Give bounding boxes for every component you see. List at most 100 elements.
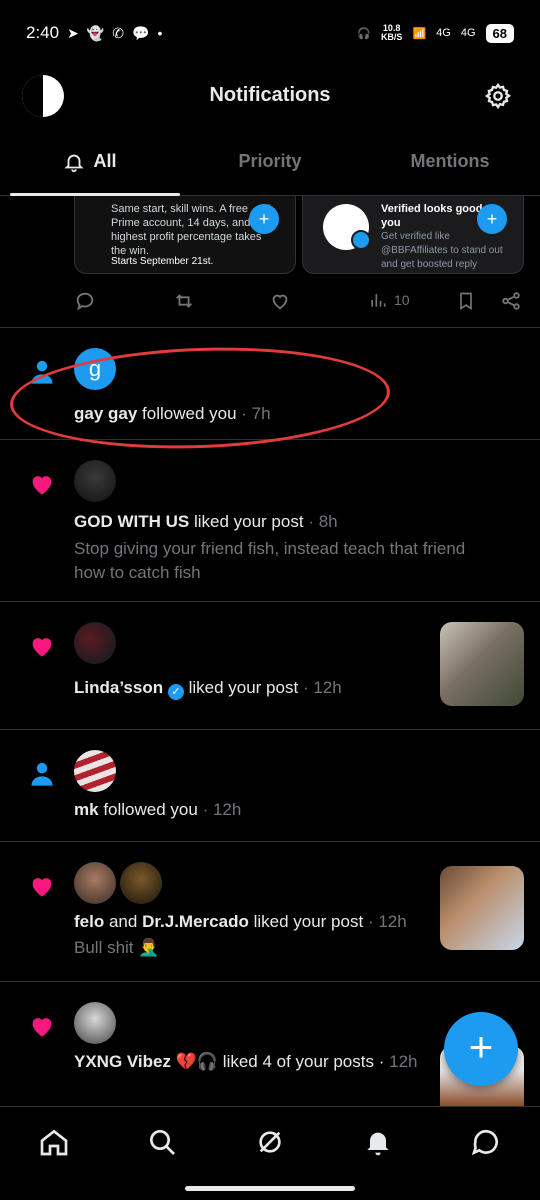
notification-text: gay gay followed you · 7h	[74, 402, 460, 426]
embedded-card-2[interactable]: Verified looks good on you Get verified …	[302, 196, 524, 274]
notification-item[interactable]: g gay gay followed you · 7h	[0, 328, 540, 440]
signal-4g-2: 4G	[460, 27, 476, 39]
post-action-bar: 10	[0, 276, 540, 328]
post-snippet: Bull shit 🤦‍♂️	[74, 938, 160, 957]
notification-action: liked your post	[253, 912, 364, 931]
notification-item[interactable]: GOD WITH US liked your post · 8h Stop gi…	[0, 440, 540, 602]
headphones-icon: 🎧	[357, 27, 371, 40]
notification-item[interactable]: mk followed you · 12h	[0, 730, 540, 842]
avatar[interactable]	[74, 1002, 116, 1044]
tab-mentions[interactable]: Mentions	[360, 128, 540, 195]
home-indicator-bar[interactable]	[185, 1186, 355, 1191]
battery-indicator: 68	[485, 23, 514, 43]
user-name[interactable]: mk	[74, 800, 99, 819]
embedded-card-1[interactable]: Same start, skill wins. A free ... K Pri…	[74, 196, 296, 274]
embedded-media: Same start, skill wins. A free ... K Pri…	[0, 196, 540, 276]
notification-time: · 8h	[308, 512, 338, 531]
reply-icon[interactable]	[74, 290, 96, 312]
tab-mentions-label: Mentions	[410, 151, 490, 171]
verified-badge-icon: ✓	[167, 684, 184, 700]
status-time: 2:40	[26, 23, 60, 42]
card1-footer-row: Starts September 21st.	[111, 256, 213, 267]
avatar[interactable]	[74, 460, 116, 502]
heart-icon	[32, 878, 52, 897]
signal-4g-1: 4G	[436, 27, 451, 39]
user-name[interactable]: Linda’sson	[74, 678, 163, 697]
notification-item[interactable]: felo and Dr.J.Mercado liked your post · …	[0, 842, 540, 982]
notification-action: followed you	[142, 404, 237, 423]
notification-text: Linda’sson ✓ liked your post · 12h	[74, 676, 460, 700]
like-icon[interactable]	[269, 290, 291, 312]
bottom-navigation	[0, 1106, 540, 1176]
status-bar: 2:40 ➤ 👻 ✆ 💬 • 🎧 10.8 KB/S 📶 4G 4G 68	[0, 0, 540, 66]
wifi-icon: 📶	[412, 27, 427, 40]
notification-action: followed you	[103, 800, 198, 819]
header: Notifications	[0, 66, 540, 128]
whatsapp-icon: ✆	[112, 24, 124, 41]
net-speed: 10.8 KB/S	[380, 23, 403, 42]
notification-text: felo and Dr.J.Mercado liked your post · …	[74, 910, 460, 934]
bell-icon	[64, 154, 85, 172]
bell-icon[interactable]	[362, 1126, 394, 1158]
post-snippet: Stop giving your friend fish, instead te…	[74, 539, 466, 582]
avatar[interactable]	[74, 862, 116, 904]
repost-icon[interactable]	[172, 290, 196, 312]
post-thumbnail[interactable]	[440, 622, 524, 706]
avatar[interactable]	[74, 622, 116, 664]
tab-priority-label: Priority	[238, 151, 302, 171]
notification-time: 12h	[389, 1052, 418, 1071]
avatar[interactable]	[120, 862, 162, 904]
notification-action: liked your post	[193, 512, 304, 531]
tab-all-label: All	[93, 151, 117, 171]
notification-text: GOD WITH US liked your post · 8h	[74, 510, 460, 534]
views-icon	[371, 294, 386, 307]
notification-text: mk followed you · 12h	[74, 798, 460, 822]
page-title: Notifications	[209, 84, 331, 106]
person-icon	[31, 762, 53, 786]
compose-button[interactable]: +	[444, 1012, 518, 1086]
tab-bar: All Priority Mentions	[0, 128, 540, 196]
views-count: 10	[394, 292, 410, 308]
user-name[interactable]: GOD WITH US	[74, 512, 189, 531]
views-stat[interactable]: 10	[368, 290, 410, 310]
notification-time: · 12h	[202, 800, 242, 819]
user-name[interactable]: felo	[74, 912, 104, 931]
notifications-feed[interactable]: Same start, skill wins. A free ... K Pri…	[0, 196, 540, 1106]
notification-time: · 12h	[367, 912, 407, 931]
notification-action: liked your post	[188, 678, 299, 697]
card2-text: Get verified like @BBFAffiliates to stan…	[381, 231, 503, 270]
plus-icon: +	[249, 204, 279, 234]
post-thumbnail[interactable]	[440, 866, 524, 950]
tab-priority[interactable]: Priority	[180, 128, 360, 195]
notification-time: · 12h	[302, 678, 342, 697]
notification-item[interactable]: Linda’sson ✓ liked your post · 12h	[0, 602, 540, 730]
heart-icon	[32, 1018, 52, 1037]
person-icon	[31, 360, 53, 384]
search-icon[interactable]	[146, 1126, 178, 1158]
avatar[interactable]	[74, 750, 116, 792]
snapchat-icon: 👻	[86, 24, 105, 41]
notification-action: liked 4 of your posts ·	[222, 1052, 385, 1071]
user-name-2[interactable]: Dr.J.Mercado	[142, 912, 249, 931]
share-icon[interactable]	[500, 290, 522, 312]
bookmark-icon[interactable]	[456, 290, 476, 312]
grok-icon[interactable]	[254, 1126, 286, 1158]
home-icon[interactable]	[38, 1126, 70, 1158]
dot-icon: •	[157, 25, 163, 41]
tab-all[interactable]: All	[0, 128, 180, 196]
gear-icon[interactable]	[484, 82, 512, 110]
user-name[interactable]: gay gay	[74, 404, 137, 423]
plus-icon: +	[477, 204, 507, 234]
heart-icon	[32, 638, 52, 657]
telegram-icon: ➤	[67, 24, 79, 41]
notification-time: · 7h	[241, 404, 271, 423]
avatar[interactable]: g	[74, 348, 116, 390]
card1-footer: Starts September 21st.	[111, 256, 214, 267]
notification-text: YXNG Vibez 💔🎧 liked 4 of your posts · 12…	[74, 1050, 440, 1074]
chat-icon: 💬	[132, 24, 150, 41]
notification-joiner: and	[108, 912, 138, 931]
user-name[interactable]: YXNG Vibez 💔🎧	[74, 1052, 218, 1071]
heart-icon	[32, 476, 52, 495]
verified-avatar-image	[323, 204, 371, 250]
messages-icon[interactable]	[470, 1126, 502, 1158]
